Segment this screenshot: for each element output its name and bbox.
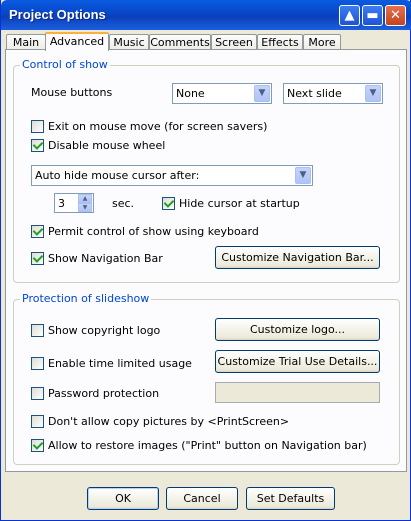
seconds-value: 3 (58, 197, 65, 210)
mouse-left-select[interactable]: None ▼ (172, 83, 272, 104)
spin-down-icon[interactable]: ▼ (78, 203, 92, 212)
tab-more[interactable]: More (303, 34, 341, 50)
protection-label: Protection of slideshow (20, 292, 152, 305)
restore-icon: ▬ (366, 8, 379, 23)
window-title: Project Options (9, 7, 106, 22)
time-limited-label: Enable time limited usage (48, 357, 192, 370)
permit-keyboard-label: Permit control of show using keyboard (48, 225, 259, 238)
mouse-right-select[interactable]: Next slide ▼ (283, 83, 383, 104)
exit-on-mouse-move-label: Exit on mouse move (for screen savers) (48, 120, 268, 133)
spin-up-icon[interactable]: ▲ (78, 194, 92, 203)
seconds-unit-label: sec. (112, 197, 135, 210)
close-icon: ✕ (390, 8, 401, 23)
auto-hide-cursor-select[interactable]: Auto hide mouse cursor after: ▼ (31, 165, 313, 186)
permit-keyboard-checkbox[interactable] (31, 225, 44, 238)
disable-mouse-wheel-label: Disable mouse wheel (48, 139, 166, 152)
up-arrow-icon: ▲ (344, 8, 355, 23)
help-button[interactable]: ▲ (339, 5, 360, 26)
show-copyright-logo-label: Show copyright logo (48, 324, 161, 337)
hide-cursor-startup-checkbox[interactable] (162, 197, 175, 210)
tab-music[interactable]: Music (109, 34, 149, 50)
customize-navigation-bar-button[interactable]: Customize Navigation Bar... (215, 246, 380, 269)
show-copyright-logo-checkbox[interactable] (31, 324, 44, 337)
tab-advanced[interactable]: Advanced (45, 32, 109, 51)
password-protection-checkbox[interactable] (31, 387, 44, 400)
project-options-window: Project Options ▲ ▬ ✕ Main Advanced Musi… (0, 0, 411, 521)
chevron-down-icon[interactable]: ▼ (295, 167, 311, 184)
tab-comments[interactable]: Comments (149, 34, 211, 50)
no-copy-printscreen-label: Don't allow copy pictures by <PrintScree… (48, 415, 290, 428)
mouse-right-value: Next slide (287, 87, 342, 100)
show-navigation-bar-label: Show Navigation Bar (48, 252, 163, 265)
time-limited-checkbox[interactable] (31, 357, 44, 370)
auto-hide-cursor-value: Auto hide mouse cursor after: (35, 169, 200, 182)
allow-restore-checkbox[interactable] (31, 439, 44, 452)
exit-on-mouse-move-checkbox[interactable] (31, 120, 44, 133)
customize-logo-button[interactable]: Customize logo... (215, 318, 380, 341)
password-field[interactable] (215, 382, 380, 403)
mouse-left-value: None (176, 87, 205, 100)
set-defaults-button[interactable]: Set Defaults (246, 487, 335, 510)
close-button[interactable]: ✕ (385, 5, 406, 26)
ok-button[interactable]: OK (87, 487, 159, 510)
cancel-button[interactable]: Cancel (166, 487, 238, 510)
hide-cursor-startup-label: Hide cursor at startup (179, 197, 300, 210)
control-of-show-label: Control of show (20, 58, 110, 71)
chevron-down-icon[interactable]: ▼ (254, 85, 270, 102)
disable-mouse-wheel-checkbox[interactable] (31, 139, 44, 152)
customize-trial-button[interactable]: Customize Trial Use Details... (215, 350, 380, 373)
allow-restore-label: Allow to restore images ("Print" button … (48, 439, 367, 452)
tab-main[interactable]: Main (6, 34, 46, 50)
tab-panel-advanced: Control of show Mouse buttons None ▼ Nex… (5, 49, 407, 472)
password-protection-label: Password protection (48, 387, 160, 400)
show-navigation-bar-checkbox[interactable] (31, 252, 44, 265)
seconds-spin-input[interactable]: 3 ▲ ▼ (54, 193, 94, 213)
restore-button[interactable]: ▬ (362, 5, 383, 26)
title-bar[interactable]: Project Options ▲ ▬ ✕ (1, 0, 411, 30)
chevron-down-icon[interactable]: ▼ (365, 85, 381, 102)
mouse-buttons-label: Mouse buttons (31, 86, 113, 99)
no-copy-printscreen-checkbox[interactable] (31, 415, 44, 428)
tab-screen[interactable]: Screen (211, 34, 257, 50)
tab-effects[interactable]: Effects (257, 34, 303, 50)
